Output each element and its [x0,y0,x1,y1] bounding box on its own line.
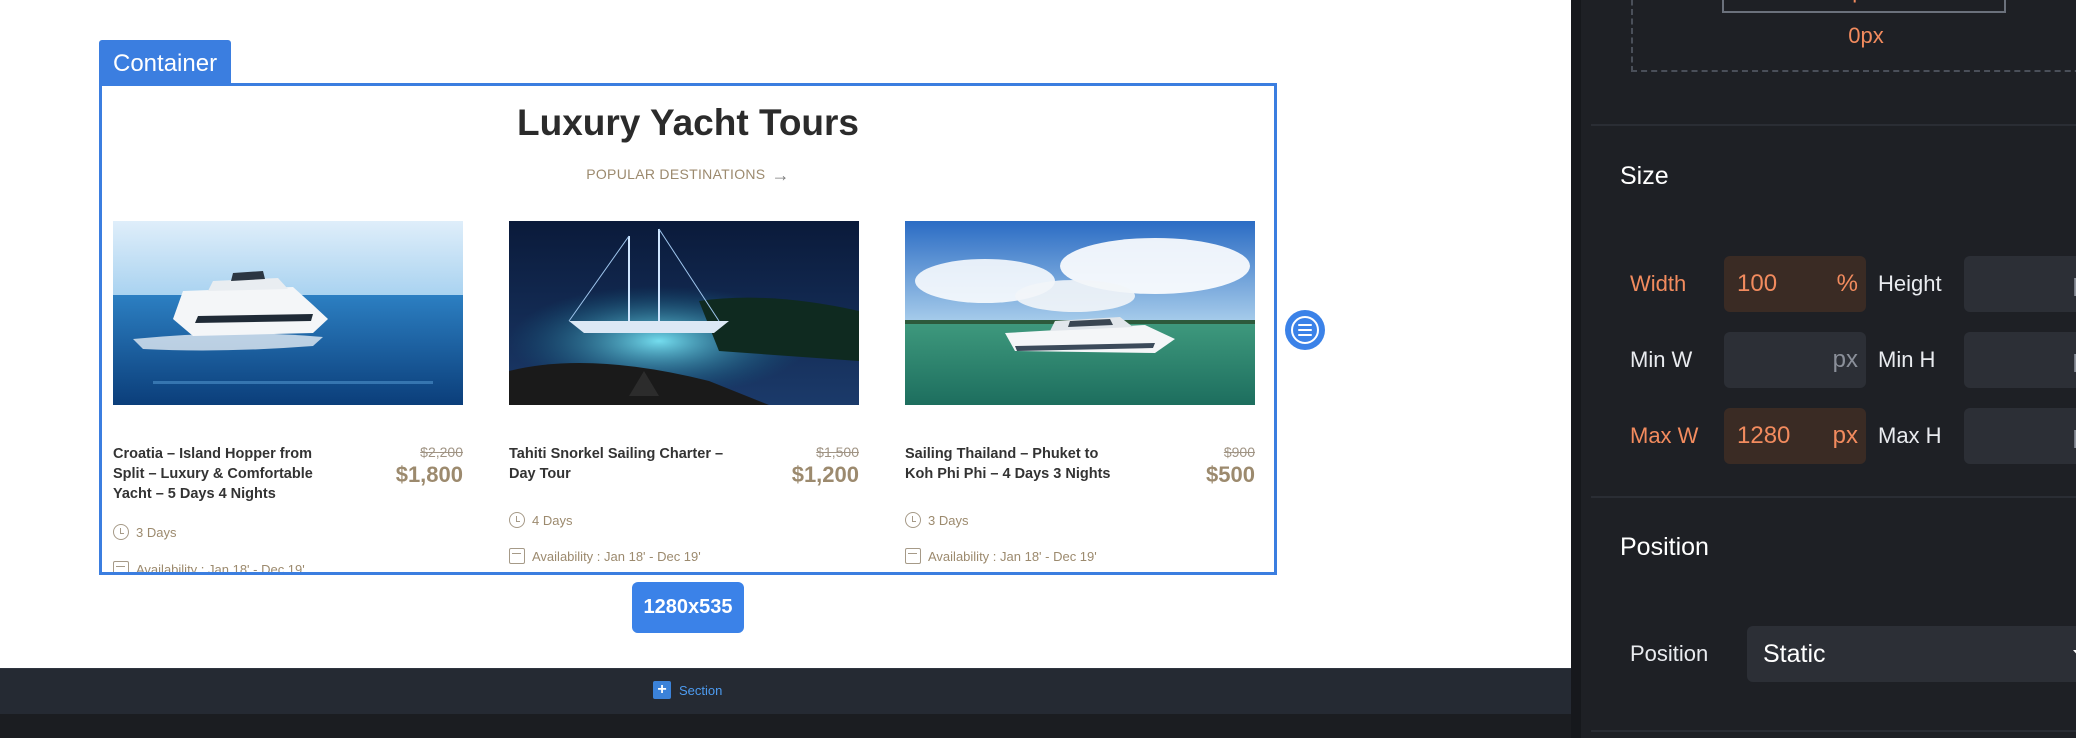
price: $1,800 [395,462,463,487]
container-tag[interactable]: Container [99,40,232,84]
element-menu-button[interactable] [1285,310,1325,350]
min-height-label: Min H [1878,347,1936,372]
subtitle-text: POPULAR DESTINATIONS [586,166,766,182]
old-price: $900 [1223,444,1255,460]
divider [1591,730,2076,732]
size-section-title[interactable]: Size [1620,162,1669,191]
divider [1591,124,2076,126]
tour-name[interactable]: Croatia – Island Hopper from Split – Lux… [113,444,328,504]
price: $1,200 [791,462,859,487]
tour-name[interactable]: Sailing Thailand – Phuket to Koh Phi Phi… [905,444,1120,484]
clock-icon [905,512,921,528]
clock-icon [509,512,525,528]
padding-bottom-value[interactable]: 0px [1840,0,1875,4]
clock-icon [113,524,129,540]
height-unit[interactable]: px [2073,270,2076,298]
max-width-field[interactable]: 1280 px [1724,408,1866,464]
duration: 3 Days [113,524,176,540]
max-width-unit[interactable]: px [1833,422,1858,450]
calendar-icon [905,548,921,564]
max-width-value: 1280 [1737,422,1791,449]
max-height-label: Max H [1878,423,1942,448]
position-select[interactable]: Static [1747,626,2076,682]
tour-name[interactable]: Tahiti Snorkel Sailing Charter – Day Tou… [509,444,724,484]
margin-box[interactable]: 0px 0px [1631,0,2076,72]
availability: Availability : Jan 18' - Dec 19' [509,548,701,564]
tour-card[interactable]: Tahiti Snorkel Sailing Charter – Day Tou… [509,221,859,564]
width-field[interactable]: 100 % [1724,256,1866,312]
yacht-photo[interactable] [113,221,463,405]
min-height-field[interactable]: px [1964,332,2076,388]
calendar-icon [509,548,525,564]
availability: Availability : Jan 18' - Dec 19' [113,561,305,575]
availability-text: Availability : Jan 18' - Dec 19' [532,548,701,564]
width-unit[interactable]: % [1837,270,1858,298]
position-label: Position [1630,641,1709,666]
min-width-unit[interactable]: px [1833,346,1858,374]
availability: Availability : Jan 18' - Dec 19' [905,548,1097,564]
editor-canvas: Container Luxury Yacht Tours POPULAR DES… [0,0,1571,738]
height-field[interactable]: px [1964,256,2076,312]
margin-bottom-value[interactable]: 0px [1633,23,2076,49]
canvas-footer-bar [0,668,1571,714]
calendar-icon [113,561,129,572]
width-label: Width [1630,271,1687,296]
old-price: $1,500 [816,444,859,460]
size-badge: 1280x535 [632,582,744,633]
menu-ring [1291,316,1319,344]
add-section-button[interactable]: + Section [653,681,722,699]
max-height-unit[interactable]: px [2073,422,2076,450]
max-height-field[interactable]: px [1964,408,2076,464]
yacht-photo[interactable] [905,221,1255,405]
divider [1591,496,2076,498]
duration: 4 Days [509,512,572,528]
width-value: 100 [1737,270,1778,297]
popular-destinations-link[interactable]: POPULAR DESTINATIONS → [102,165,1274,186]
old-price: $2,200 [420,444,463,460]
min-height-unit[interactable]: px [2073,346,2076,374]
arrow-right-icon: → [771,165,790,185]
position-value: Static [1763,640,1826,668]
canvas-bottom-strip [0,714,1571,738]
availability-text: Availability : Jan 18' - Dec 19' [928,548,1097,564]
duration-text: 3 Days [136,524,177,540]
duration-text: 4 Days [532,512,573,528]
tour-card[interactable]: Sailing Thailand – Phuket to Koh Phi Phi… [905,221,1255,564]
inspector-panel: 0px 0px Size › Width 100 % Height px Min… [1571,0,2076,738]
height-label: Height [1878,271,1942,296]
add-section-label: Section [679,682,723,698]
plus-icon: + [653,681,671,699]
page-title: Luxury Yacht Tours [517,102,859,143]
max-width-label: Max W [1630,423,1699,448]
duration: 3 Days [905,512,968,528]
min-width-field[interactable]: px [1724,332,1866,388]
yacht-photo[interactable] [509,221,859,405]
position-section-title[interactable]: Position [1620,533,1709,562]
selected-container[interactable]: Luxury Yacht Tours POPULAR DESTINATIONS → [99,83,1277,575]
availability-text: Availability : Jan 18' - Dec 19' [136,561,305,575]
tour-card[interactable]: Croatia – Island Hopper from Split – Lux… [113,221,463,572]
duration-text: 3 Days [928,512,969,528]
min-width-label: Min W [1630,347,1693,372]
price: $500 [1206,462,1255,487]
